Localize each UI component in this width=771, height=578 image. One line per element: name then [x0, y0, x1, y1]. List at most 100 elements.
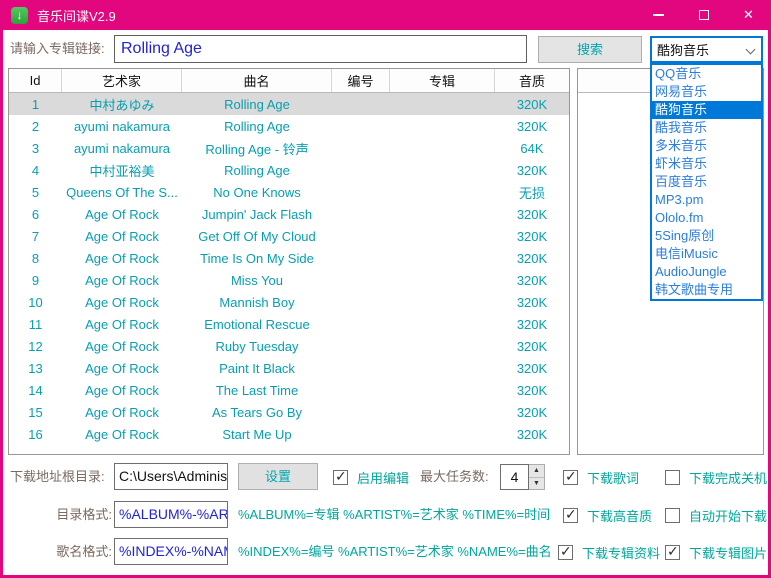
- table-row[interactable]: 1 中村あゆみ Rolling Age 320K: [9, 93, 569, 115]
- checkbox-enable-edit[interactable]: 启用编辑: [333, 468, 409, 486]
- table-row[interactable]: 4 中村亚裕美 Rolling Age 320K: [9, 159, 569, 181]
- table-cell: Age Of Rock: [85, 316, 159, 332]
- table-cell: [390, 137, 495, 159]
- table-cell: 中村亚裕美: [89, 163, 155, 179]
- table-cell: 3: [31, 140, 40, 156]
- table-cell: [390, 269, 495, 291]
- dir-format-input[interactable]: %ALBUM%-%AR: [114, 501, 228, 528]
- table-cell: 320K: [516, 404, 548, 420]
- music-source-option[interactable]: QQ音乐: [652, 65, 761, 83]
- minimize-button[interactable]: [636, 0, 681, 30]
- table-cell: Ruby Tuesday: [215, 338, 299, 354]
- music-source-option[interactable]: 电信iMusic: [652, 245, 761, 263]
- music-source-option[interactable]: 虾米音乐: [652, 155, 761, 173]
- name-format-input[interactable]: %INDEX%-%NAM: [114, 538, 228, 565]
- table-cell: Age Of Rock: [85, 206, 159, 222]
- close-icon: ✕: [743, 7, 754, 22]
- table-cell: Jumpin' Jack Flash: [201, 206, 313, 222]
- table-row[interactable]: 12 Age Of Rock Ruby Tuesday 320K: [9, 335, 569, 357]
- results-table-body: 1 中村あゆみ Rolling Age 320K 2 ayumi nakamura Roll…: [9, 93, 569, 445]
- table-cell: [390, 379, 495, 401]
- column-header[interactable]: Id: [9, 69, 62, 92]
- music-source-option[interactable]: 网易音乐: [652, 83, 761, 101]
- checkbox-download-hq[interactable]: 下载高音质: [563, 506, 652, 524]
- checkbox-box: [563, 506, 578, 523]
- music-source-option[interactable]: 酷我音乐: [652, 119, 761, 137]
- column-header[interactable]: 曲名: [182, 69, 332, 92]
- table-row[interactable]: 7 Age Of Rock Get Off Of My Cloud 320K: [9, 225, 569, 247]
- table-row[interactable]: 15 Age Of Rock As Tears Go By 320K: [9, 401, 569, 423]
- table-cell: 4: [31, 162, 40, 178]
- column-header[interactable]: 艺术家: [62, 69, 182, 92]
- stepper-up-button[interactable]: ▲: [529, 465, 544, 478]
- table-cell: 64K: [520, 140, 544, 156]
- table-cell: 2: [31, 118, 40, 134]
- album-link-input[interactable]: [114, 35, 527, 63]
- music-source-option[interactable]: 酷狗音乐: [652, 101, 761, 119]
- music-source-selected-value: 酷狗音乐: [657, 43, 710, 58]
- table-cell: [390, 93, 495, 115]
- table-cell: [332, 181, 390, 203]
- table-cell: [332, 115, 390, 137]
- table-cell: Age Of Rock: [85, 294, 159, 310]
- column-header[interactable]: 音质: [495, 69, 569, 92]
- table-row[interactable]: 14 Age Of Rock The Last Time 320K: [9, 379, 569, 401]
- table-cell: 320K: [516, 272, 548, 288]
- music-source-option[interactable]: Ololo.fm: [652, 209, 761, 227]
- table-row[interactable]: 11 Age Of Rock Emotional Rescue 320K: [9, 313, 569, 335]
- root-dir-input[interactable]: C:\Users\Adminis: [114, 463, 228, 490]
- close-button[interactable]: ✕: [726, 0, 771, 30]
- table-cell: Age Of Rock: [85, 404, 159, 420]
- table-cell: Mannish Boy: [219, 294, 295, 310]
- checkbox-download-album-art[interactable]: 下载专辑图片: [665, 543, 767, 561]
- stepper-down-button[interactable]: ▼: [529, 477, 544, 489]
- table-cell: [390, 401, 495, 423]
- music-source-option[interactable]: MP3.pm: [652, 191, 761, 209]
- table-row[interactable]: 9 Age Of Rock Miss You 320K: [9, 269, 569, 291]
- search-button[interactable]: 搜索: [538, 36, 642, 63]
- table-cell: 320K: [516, 294, 548, 310]
- checkbox-shutdown-when-done[interactable]: 下载完成关机: [665, 468, 767, 486]
- table-cell: Paint It Black: [219, 360, 295, 376]
- table-cell: [332, 247, 390, 269]
- window-title: 音乐间谍V2.9: [37, 8, 116, 24]
- music-source-select[interactable]: 酷狗音乐: [650, 36, 763, 63]
- table-cell: The Last Time: [215, 382, 299, 398]
- table-cell: No One Knows: [213, 184, 301, 200]
- checkbox-box: [558, 543, 573, 560]
- table-row[interactable]: 13 Age Of Rock Paint It Black 320K: [9, 357, 569, 379]
- table-row[interactable]: 3 ayumi nakamura Rolling Age - 铃声 64K: [9, 137, 569, 159]
- table-row[interactable]: 6 Age Of Rock Jumpin' Jack Flash 320K: [9, 203, 569, 225]
- music-source-option[interactable]: 韩文歌曲专用: [652, 281, 761, 299]
- music-source-option[interactable]: 5Sing原创: [652, 227, 761, 245]
- table-cell: 11: [28, 316, 43, 332]
- table-cell: Rolling Age: [224, 162, 290, 178]
- table-row[interactable]: 2 ayumi nakamura Rolling Age 320K: [9, 115, 569, 137]
- table-cell: 14: [28, 382, 43, 398]
- max-tasks-stepper[interactable]: 4 ▲ ▼: [500, 464, 545, 490]
- music-source-option[interactable]: 百度音乐: [652, 173, 761, 191]
- music-source-option[interactable]: 多米音乐: [652, 137, 761, 155]
- table-row[interactable]: 16 Age Of Rock Start Me Up 320K: [9, 423, 569, 445]
- table-cell: [390, 423, 495, 445]
- table-cell: 320K: [516, 162, 548, 178]
- checkbox-download-lyrics[interactable]: 下载歌词: [563, 468, 639, 486]
- checkbox-auto-start[interactable]: 自动开始下载: [665, 506, 767, 524]
- table-row[interactable]: 10 Age Of Rock Mannish Boy 320K: [9, 291, 569, 313]
- table-cell: 320K: [516, 206, 548, 222]
- table-cell: 320K: [516, 250, 548, 266]
- maximize-button[interactable]: [681, 0, 726, 30]
- table-cell: 15: [28, 404, 43, 420]
- set-directory-button[interactable]: 设置: [238, 463, 318, 490]
- checkbox-download-album-info[interactable]: 下载专辑资料: [558, 543, 660, 561]
- table-cell: 无损: [518, 185, 545, 201]
- table-cell: [390, 203, 495, 225]
- table-row[interactable]: 5 Queens Of The S... No One Knows 无损: [9, 181, 569, 203]
- column-header[interactable]: 编号: [332, 69, 390, 92]
- table-cell: [390, 159, 495, 181]
- column-header[interactable]: 专辑: [390, 69, 495, 92]
- music-source-option[interactable]: AudioJungle: [652, 263, 761, 281]
- max-tasks-value[interactable]: 4: [500, 464, 529, 490]
- maximize-icon: [698, 10, 709, 20]
- table-row[interactable]: 8 Age Of Rock Time Is On My Side 320K: [9, 247, 569, 269]
